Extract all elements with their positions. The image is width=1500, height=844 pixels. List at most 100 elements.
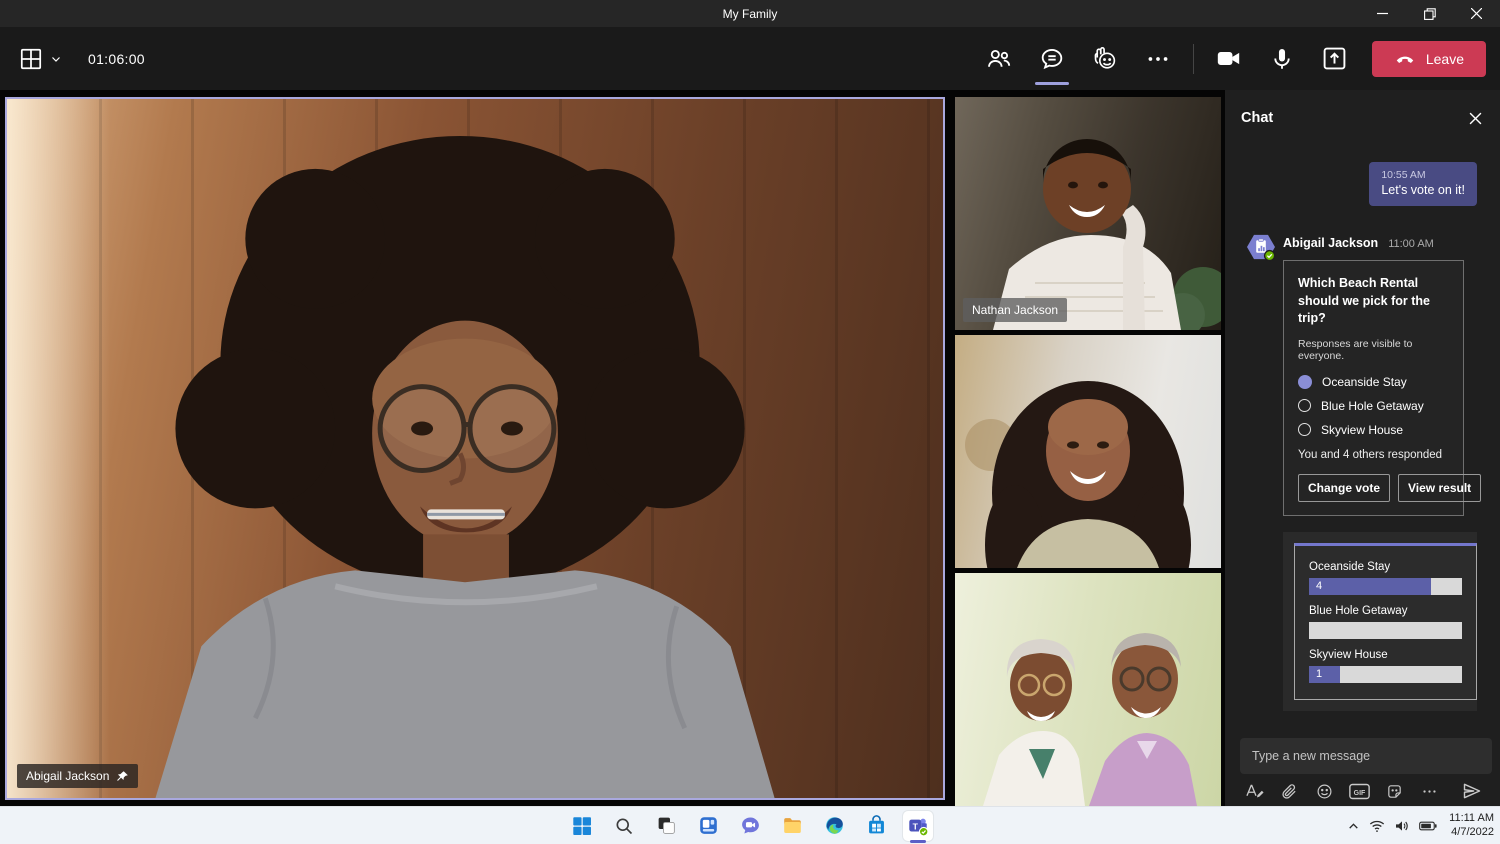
compose-more-button[interactable] <box>1417 782 1441 800</box>
message-time: 11:00 AM <box>1388 238 1434 250</box>
message-time: 10:55 AM <box>1381 169 1465 181</box>
file-explorer-button[interactable] <box>777 811 807 841</box>
chat-app-button[interactable] <box>735 811 765 841</box>
thumbnail-name: Nathan Jackson <box>972 303 1058 317</box>
poll-option-1[interactable]: Blue Hole Getaway <box>1298 399 1449 413</box>
restore-button[interactable] <box>1406 0 1453 27</box>
format-icon <box>1245 783 1264 800</box>
result-item: Oceanside Stay 4 <box>1309 561 1462 595</box>
more-options-icon <box>1421 783 1438 800</box>
tray-chevron-up-icon[interactable] <box>1347 820 1360 833</box>
video-thumbnail-nathan[interactable]: Nathan Jackson <box>955 97 1221 330</box>
restore-icon <box>1424 8 1436 20</box>
video-thumbnail-couple[interactable] <box>955 573 1221 806</box>
message-input[interactable] <box>1240 738 1492 774</box>
result-item: Skyview House 1 <box>1309 649 1462 683</box>
leave-button[interactable]: Leave <box>1372 41 1486 77</box>
view-result-button[interactable]: View result <box>1398 474 1481 502</box>
change-vote-button[interactable]: Change vote <box>1298 474 1390 502</box>
teams-button[interactable]: T <box>903 811 933 841</box>
poll-question: Which Beach Rental should we pick for th… <box>1298 275 1449 328</box>
more-options-icon <box>1145 46 1171 72</box>
message-text: Let's vote on it! <box>1381 183 1465 197</box>
chat-button[interactable] <box>1029 36 1075 82</box>
main-video-portrait <box>7 99 943 798</box>
thumbnail-portrait <box>955 573 1221 806</box>
clock-date: 4/7/2022 <box>1449 826 1494 840</box>
pin-icon <box>116 770 129 783</box>
svg-text:T: T <box>913 821 919 831</box>
gif-button[interactable]: GIF <box>1347 782 1371 800</box>
poll-options: Oceanside Stay Blue Hole Getaway Skyview… <box>1298 375 1449 437</box>
poll-option-radio-0[interactable] <box>1298 375 1312 389</box>
system-tray: 11:11 AM 4/7/2022 <box>1347 807 1494 844</box>
received-message: Abigail Jackson 11:00 AM Which Beach Ren… <box>1246 232 1477 516</box>
format-button[interactable] <box>1242 782 1266 800</box>
result-label: Skyview House <box>1309 649 1462 661</box>
volume-icon[interactable] <box>1394 819 1410 833</box>
title-bar: My Family <box>0 0 1500 27</box>
camera-button[interactable] <box>1206 36 1252 82</box>
poll-option-radio-1[interactable] <box>1298 399 1311 412</box>
task-view-button[interactable] <box>651 811 681 841</box>
poll-visibility-note: Responses are visible to everyone. <box>1298 338 1449 362</box>
result-bar-fill: 4 <box>1309 578 1431 595</box>
chat-close-button[interactable] <box>1469 112 1482 125</box>
result-item: Blue Hole Getaway <box>1309 605 1462 639</box>
microphone-button[interactable] <box>1259 36 1305 82</box>
people-button[interactable] <box>976 36 1022 82</box>
main-video-tile[interactable]: Abigail Jackson <box>5 97 945 800</box>
toolbar-divider <box>1193 44 1194 74</box>
start-button[interactable] <box>567 811 597 841</box>
chat-panel: Chat 10:55 AM Let's vote on it! <box>1225 90 1500 806</box>
poll-option-radio-2[interactable] <box>1298 423 1311 436</box>
wifi-icon[interactable] <box>1369 819 1385 833</box>
poll-results-message: Oceanside Stay 4 Blue Hole Getaway <box>1283 532 1477 711</box>
chat-panel-title: Chat <box>1241 110 1469 126</box>
poll-option-0[interactable]: Oceanside Stay <box>1298 375 1449 389</box>
people-icon <box>986 46 1012 72</box>
sticker-icon <box>1386 783 1403 800</box>
sent-message-bubble[interactable]: 10:55 AM Let's vote on it! <box>1369 162 1477 206</box>
share-screen-button[interactable] <box>1312 36 1358 82</box>
result-bar-track <box>1309 622 1462 639</box>
store-button[interactable] <box>861 811 891 841</box>
more-options-button[interactable] <box>1135 36 1181 82</box>
thumbnail-portrait <box>955 335 1221 568</box>
search-icon <box>614 816 634 836</box>
result-bar-track: 1 <box>1309 666 1462 683</box>
attach-button[interactable] <box>1277 782 1301 800</box>
minimize-icon <box>1377 8 1388 19</box>
minimize-button[interactable] <box>1359 0 1406 27</box>
camera-icon <box>1215 45 1242 72</box>
view-switcher-button[interactable] <box>14 42 66 76</box>
windows-taskbar: T <box>0 806 1500 844</box>
poll-option-2[interactable]: Skyview House <box>1298 423 1449 437</box>
edge-button[interactable] <box>819 811 849 841</box>
sticker-button[interactable] <box>1382 782 1406 800</box>
avatar <box>1246 232 1276 262</box>
poll-option-label: Skyview House <box>1321 423 1403 437</box>
search-button[interactable] <box>609 811 639 841</box>
call-timer: 01:06:00 <box>88 51 145 67</box>
leave-button-label: Leave <box>1426 51 1464 67</box>
hang-up-icon <box>1394 48 1416 70</box>
poll-card: Which Beach Rental should we pick for th… <box>1283 260 1464 516</box>
polls-hexagon-icon <box>1246 232 1276 262</box>
result-bar-track: 4 <box>1309 578 1462 595</box>
attach-icon <box>1281 783 1298 800</box>
send-button[interactable] <box>1460 782 1484 800</box>
clock[interactable]: 11:11 AM 4/7/2022 <box>1446 812 1494 840</box>
emoji-button[interactable] <box>1312 782 1336 800</box>
message-author: Abigail Jackson <box>1283 236 1378 250</box>
svg-text:GIF: GIF <box>1353 790 1365 797</box>
result-bar-fill: 1 <box>1309 666 1340 683</box>
widgets-button[interactable] <box>693 811 723 841</box>
poll-results-card: Oceanside Stay 4 Blue Hole Getaway <box>1294 543 1477 700</box>
close-button[interactable] <box>1453 0 1500 27</box>
battery-icon[interactable] <box>1419 820 1437 832</box>
thumbnail-name-pill: Nathan Jackson <box>963 298 1067 322</box>
video-thumbnail-woman[interactable] <box>955 335 1221 568</box>
thumbnail-portrait <box>955 97 1221 330</box>
reactions-button[interactable] <box>1082 36 1128 82</box>
